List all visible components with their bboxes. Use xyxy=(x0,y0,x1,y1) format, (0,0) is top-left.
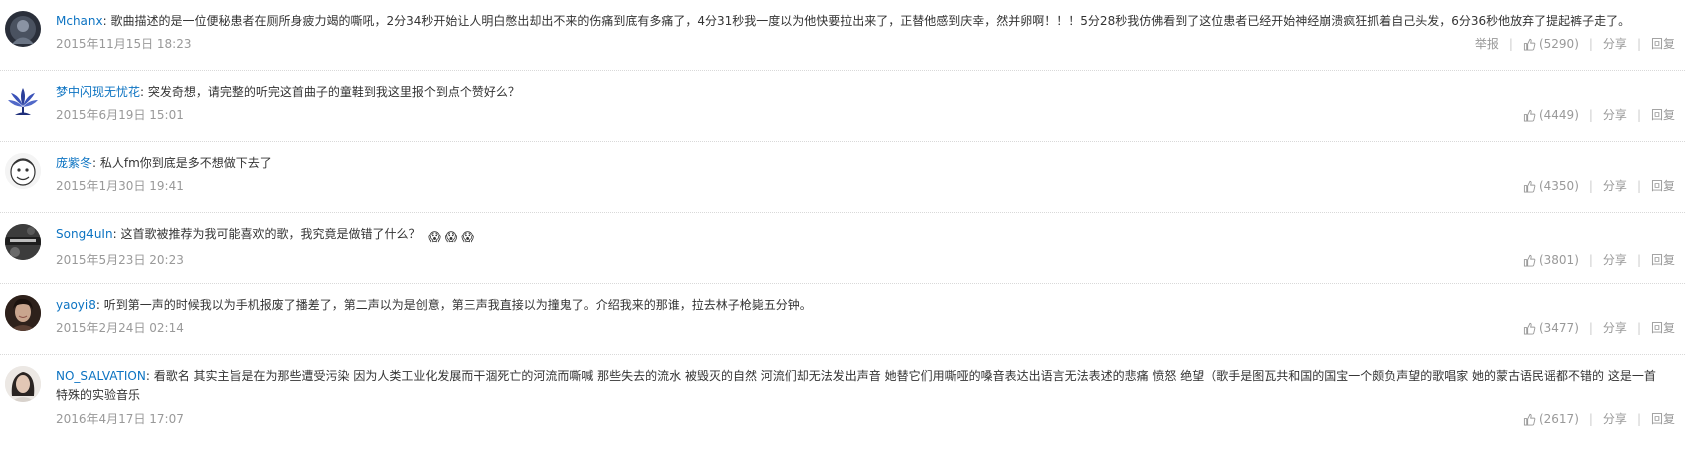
divider: | xyxy=(1588,37,1593,51)
scream-emoji-icon: 😱 xyxy=(461,230,474,244)
like-button[interactable]: (3801) xyxy=(1523,251,1579,269)
comment-text: 私人fm你到底是多不想做下去了 xyxy=(99,156,272,170)
comment-item: Song4uIn: 这首歌被推荐为我可能喜欢的歌，我究竟是做错了什么？ 😱 😱 😱 … xyxy=(0,213,1685,284)
thumbs-up-icon xyxy=(1523,413,1536,426)
divider: | xyxy=(1636,37,1641,51)
report-link[interactable]: 举报 xyxy=(1475,35,1499,53)
divider: | xyxy=(1636,412,1641,426)
comment-actions: (3477) | 分享 | 回复 xyxy=(1523,319,1675,337)
username-link[interactable]: Mchanx xyxy=(56,14,103,28)
comment-list: Mchanx: 歌曲描述的是一位便秘患者在厕所身疲力竭的嘶吼，2分34秒开始让人… xyxy=(0,0,1685,459)
comment-item: 庞紫冬: 私人fm你到底是多不想做下去了 2015年1月30日 19:41 (4… xyxy=(0,142,1685,213)
divider: | xyxy=(1636,253,1641,267)
username-link[interactable]: 梦中闪现无忧花 xyxy=(56,85,140,99)
share-link[interactable]: 分享 xyxy=(1603,251,1627,269)
comment-content: Song4uIn: 这首歌被推荐为我可能喜欢的歌，我究竟是做错了什么？ 😱 😱 😱 xyxy=(56,225,1675,247)
share-link[interactable]: 分享 xyxy=(1603,319,1627,337)
username-link[interactable]: 庞紫冬 xyxy=(56,156,92,170)
divider: | xyxy=(1636,321,1641,335)
like-button[interactable]: (3477) xyxy=(1523,319,1579,337)
reply-link[interactable]: 回复 xyxy=(1651,319,1675,337)
divider: | xyxy=(1588,253,1593,267)
thumbs-up-icon xyxy=(1523,254,1536,267)
comment-text: 听到第一声的时候我以为手机报废了播差了，第二声以为是创意，第三声我直接以为撞鬼了… xyxy=(103,298,812,312)
divider: | xyxy=(1636,108,1641,122)
divider: | xyxy=(1588,108,1593,122)
comment-item: 梦中闪现无忧花: 突发奇想，请完整的听完这首曲子的童鞋到我这里报个到点个赞好么？… xyxy=(0,71,1685,142)
share-link[interactable]: 分享 xyxy=(1603,410,1627,428)
comment-text: 突发奇想，请完整的听完这首曲子的童鞋到我这里报个到点个赞好么？ xyxy=(147,85,520,99)
divider: | xyxy=(1508,37,1513,51)
username-link[interactable]: NO_SALVATION xyxy=(56,369,146,383)
comment-content: 庞紫冬: 私人fm你到底是多不想做下去了 xyxy=(56,156,272,170)
comment-content: NO_SALVATION: 看歌名 其实主旨是在为那些遭受污染 因为人类工业化发… xyxy=(56,369,1656,402)
like-count: (2617) xyxy=(1538,412,1579,426)
comment-time: 2015年2月24日 02:14 xyxy=(56,321,184,335)
avatar[interactable] xyxy=(5,153,41,189)
like-count: (4350) xyxy=(1538,179,1579,193)
divider: | xyxy=(1636,179,1641,193)
comment-content: Mchanx: 歌曲描述的是一位便秘患者在厕所身疲力竭的嘶吼，2分34秒开始让人… xyxy=(56,14,1631,28)
comment-item: Mchanx: 歌曲描述的是一位便秘患者在厕所身疲力竭的嘶吼，2分34秒开始让人… xyxy=(0,0,1685,71)
thumbs-up-icon xyxy=(1523,38,1536,51)
share-link[interactable]: 分享 xyxy=(1603,35,1627,53)
avatar[interactable] xyxy=(5,224,41,260)
scream-emoji-icon: 😱 xyxy=(428,230,441,244)
lotus-flower-icon xyxy=(5,82,41,118)
thumbs-up-icon xyxy=(1523,109,1536,122)
scream-emoji-icon: 😱 xyxy=(444,230,458,244)
like-count: (3801) xyxy=(1538,253,1579,267)
like-count: (3477) xyxy=(1538,321,1579,335)
share-link[interactable]: 分享 xyxy=(1603,177,1627,195)
reply-link[interactable]: 回复 xyxy=(1651,35,1675,53)
username-link[interactable]: yaoyi8 xyxy=(56,298,96,312)
cartoon-face-icon xyxy=(5,153,41,189)
thumbs-up-icon xyxy=(1523,180,1536,193)
comment-time: 2015年1月30日 19:41 xyxy=(56,179,184,193)
comment-actions: (4350) | 分享 | 回复 xyxy=(1523,177,1675,195)
comment-time: 2015年11月15日 18:23 xyxy=(56,37,192,51)
comment-content: yaoyi8: 听到第一声的时候我以为手机报废了播差了，第二声以为是创意，第三声… xyxy=(56,298,812,312)
comment-text: 这首歌被推荐为我可能喜欢的歌，我究竟是做错了什么？ xyxy=(120,227,421,241)
woman-portrait-icon xyxy=(5,366,41,402)
comment-time: 2015年6月19日 15:01 xyxy=(56,108,184,122)
like-count: (4449) xyxy=(1538,108,1579,122)
reply-link[interactable]: 回复 xyxy=(1651,177,1675,195)
dark-figure-icon xyxy=(5,11,41,47)
thumbs-up-icon xyxy=(1523,322,1536,335)
username-link[interactable]: Song4uIn xyxy=(56,227,113,241)
reply-link[interactable]: 回复 xyxy=(1651,410,1675,428)
comment-actions: (2617) | 分享 | 回复 xyxy=(1523,410,1675,428)
reply-link[interactable]: 回复 xyxy=(1651,106,1675,124)
comment-actions: (4449) | 分享 | 回复 xyxy=(1523,106,1675,124)
comment-time: 2015年5月23日 20:23 xyxy=(56,253,184,267)
divider: | xyxy=(1588,412,1593,426)
comment-text: 歌曲描述的是一位便秘患者在厕所身疲力竭的嘶吼，2分34秒开始让人明白憋出却出不来… xyxy=(110,14,1631,28)
divider: | xyxy=(1588,321,1593,335)
divider: | xyxy=(1588,179,1593,193)
comment-actions: (3801) | 分享 | 回复 xyxy=(1523,251,1675,269)
avatar[interactable] xyxy=(5,82,41,118)
portrait-photo-icon xyxy=(5,295,41,331)
like-button[interactable]: (4350) xyxy=(1523,177,1579,195)
like-count: (5290) xyxy=(1538,37,1579,51)
avatar[interactable] xyxy=(5,295,41,331)
like-button[interactable]: (4449) xyxy=(1523,106,1579,124)
like-button[interactable]: (5290) xyxy=(1523,35,1579,53)
avatar[interactable] xyxy=(5,366,41,402)
comment-content: 梦中闪现无忧花: 突发奇想，请完整的听完这首曲子的童鞋到我这里报个到点个赞好么？ xyxy=(56,85,520,99)
comment-item: yaoyi8: 听到第一声的时候我以为手机报废了播差了，第二声以为是创意，第三声… xyxy=(0,284,1685,355)
share-link[interactable]: 分享 xyxy=(1603,106,1627,124)
avatar[interactable] xyxy=(5,11,41,47)
like-button[interactable]: (2617) xyxy=(1523,410,1579,428)
comment-text: 看歌名 其实主旨是在为那些遭受污染 因为人类工业化发展而干涸死亡的河流而嘶喊 那… xyxy=(56,369,1656,402)
reply-link[interactable]: 回复 xyxy=(1651,251,1675,269)
comment-item: NO_SALVATION: 看歌名 其实主旨是在为那些遭受污染 因为人类工业化发… xyxy=(0,355,1685,459)
comment-time: 2016年4月17日 17:07 xyxy=(56,412,184,426)
monochrome-photo-icon xyxy=(5,224,41,260)
comment-actions: 举报 | (5290) | 分享 | 回复 xyxy=(1475,35,1675,53)
